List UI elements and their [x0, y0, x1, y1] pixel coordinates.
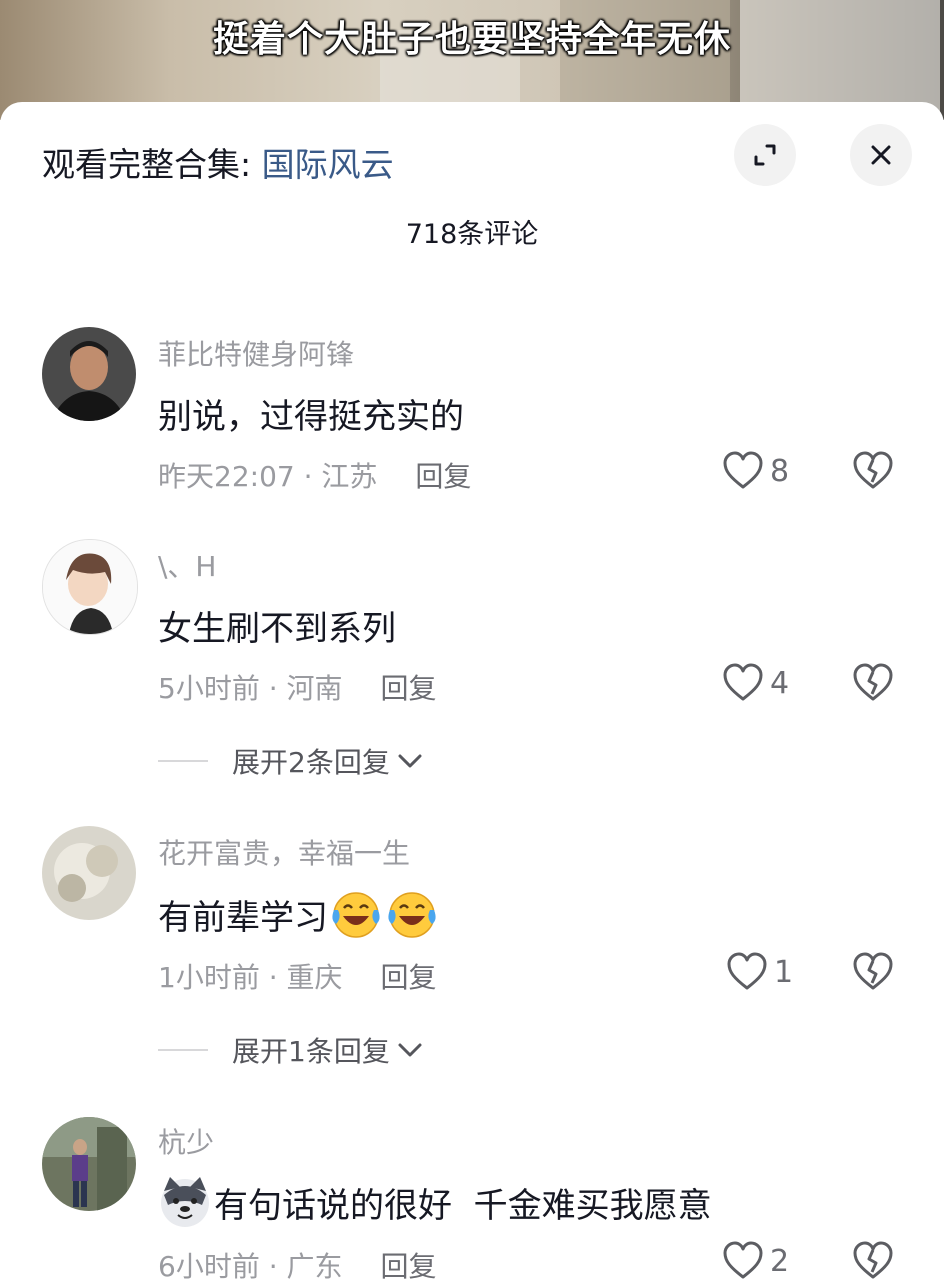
avatar[interactable]: [42, 327, 136, 421]
dislike-button[interactable]: [852, 952, 894, 996]
comment-sheet: 观看完整合集: 国际风云 718条评论: [0, 102, 944, 1280]
comment-location: 重庆: [286, 961, 343, 994]
reply-button[interactable]: 回复: [381, 961, 437, 994]
fullscreen-button[interactable]: [734, 124, 796, 186]
comment-text: 有句话说的很好 千金难买我愿意: [158, 1175, 712, 1229]
comment-username[interactable]: 杭少: [158, 1121, 214, 1161]
comment-meta: 1小时前 · 重庆 回复: [158, 961, 437, 994]
laughing-crying-emoji-icon: [388, 892, 436, 938]
avatar[interactable]: [42, 1117, 136, 1211]
comment-text: 女生刷不到系列: [158, 609, 396, 649]
comment-username[interactable]: \、H: [158, 545, 217, 585]
like-count: 4: [770, 665, 790, 701]
dog-face-emoji-icon: [161, 1177, 209, 1227]
dislike-button[interactable]: [852, 663, 894, 707]
close-button[interactable]: [850, 124, 912, 186]
comment-time: 6小时前: [158, 1250, 260, 1283]
comment-location: 河南: [286, 672, 343, 705]
comment-count: 718条评论: [405, 219, 539, 250]
heart-outline-icon: [723, 451, 763, 489]
heart-outline-icon: [723, 663, 763, 701]
fullscreen-icon: [754, 144, 776, 166]
avatar[interactable]: [42, 539, 138, 635]
dislike-button[interactable]: [852, 1241, 894, 1285]
reply-button[interactable]: 回复: [381, 1250, 437, 1283]
chevron-down-icon: [398, 754, 422, 768]
comment-time: 1小时前: [158, 961, 260, 994]
dislike-button[interactable]: [852, 451, 894, 495]
comment-meta: 昨天22:07 · 江苏 回复: [158, 460, 472, 493]
video-caption: 挺着个大肚子也要坚持全年无休: [212, 19, 731, 60]
like-button[interactable]: 8: [722, 451, 789, 491]
collection-name[interactable]: 国际风云: [262, 145, 394, 184]
chevron-down-icon: [398, 1043, 422, 1057]
like-button[interactable]: 2: [722, 1241, 789, 1281]
comment-text: 有前辈学习: [158, 888, 438, 940]
like-count: 2: [770, 1243, 790, 1279]
comment-location: 广东: [286, 1250, 343, 1283]
like-button[interactable]: 1: [726, 952, 793, 992]
broken-heart-icon: [853, 952, 893, 990]
expand-replies-button[interactable]: 展开1条回复: [158, 1030, 424, 1070]
collection-link[interactable]: 观看完整合集: 国际风云: [42, 138, 394, 186]
laughing-crying-emoji-icon: [332, 892, 380, 938]
comment-time: 5小时前: [158, 672, 260, 705]
comment-meta: 6小时前 · 广东 回复: [158, 1250, 437, 1283]
comment-time: 昨天22:07: [158, 460, 295, 493]
comment-text: 别说，过得挺充实的: [158, 397, 464, 437]
expand-replies-button[interactable]: 展开2条回复: [158, 741, 424, 781]
reply-button[interactable]: 回复: [415, 460, 471, 493]
collection-prefix: 观看完整合集:: [42, 145, 262, 184]
like-count: 1: [774, 954, 794, 990]
like-button[interactable]: 4: [722, 663, 789, 703]
broken-heart-icon: [853, 663, 893, 701]
heart-outline-icon: [723, 1241, 763, 1279]
comment-username[interactable]: 菲比特健身阿锋: [158, 333, 354, 373]
close-icon: [871, 145, 891, 165]
reply-button[interactable]: 回复: [381, 672, 437, 705]
heart-outline-icon: [727, 952, 767, 990]
broken-heart-icon: [853, 1241, 893, 1279]
avatar[interactable]: [42, 826, 136, 920]
comment-location: 江苏: [321, 460, 378, 493]
broken-heart-icon: [853, 451, 893, 489]
comment-username[interactable]: 花开富贵，幸福一生: [158, 832, 410, 872]
comment-meta: 5小时前 · 河南 回复: [158, 672, 437, 705]
like-count: 8: [770, 453, 790, 489]
